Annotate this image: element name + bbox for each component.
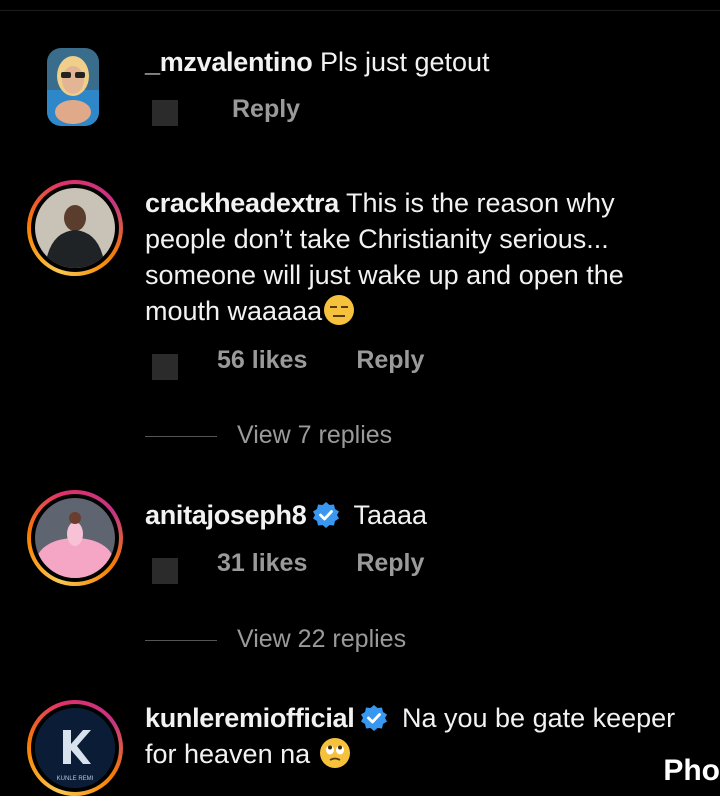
avatar[interactable]: [47, 48, 99, 126]
avatar-logo-text: KUNLE REMI: [57, 776, 94, 782]
comment-text: anitajoseph8 Taaaa: [145, 497, 705, 533]
divider: [145, 639, 217, 641]
view-replies-label: View 7 replies: [237, 421, 393, 449]
avatar[interactable]: [27, 490, 123, 586]
username[interactable]: _mzvalentino: [145, 47, 313, 77]
reply-button[interactable]: Reply: [232, 95, 300, 123]
top-divider: [0, 10, 720, 11]
like-heart-icon[interactable]: [152, 354, 178, 380]
user-photo-avatar: [47, 48, 99, 126]
comment-text: crackheadextra This is the reason why pe…: [145, 185, 685, 329]
divider: [145, 435, 217, 437]
reply-button[interactable]: Reply: [356, 346, 424, 374]
verified-badge-icon: [313, 502, 340, 528]
expressionless-face-emoji: [324, 295, 355, 325]
comment-body: Pls just getout: [319, 47, 490, 77]
comment-text: _mzvalentino Pls just getout: [145, 44, 705, 80]
user-photo-avatar: [35, 498, 115, 578]
view-replies-label: View 22 replies: [237, 625, 407, 653]
comment-text: kunleremiofficial Na you be gate keeper …: [145, 700, 705, 772]
username[interactable]: anitajoseph8: [145, 500, 307, 530]
username[interactable]: crackheadextra: [145, 188, 339, 218]
reply-button[interactable]: Reply: [356, 549, 424, 577]
verified-badge-icon: [361, 705, 388, 731]
like-heart-icon[interactable]: [152, 558, 178, 584]
eye-roll-face-emoji: [319, 738, 350, 768]
view-replies-button[interactable]: View 22 replies: [145, 625, 406, 654]
likes-count[interactable]: 56 likes: [217, 346, 307, 374]
like-heart-icon[interactable]: [152, 100, 178, 126]
username[interactable]: kunleremiofficial: [145, 703, 355, 733]
brand-logo-icon: KUNLE REMI: [35, 708, 115, 788]
comment-body: Taaaa: [353, 500, 428, 530]
likes-count[interactable]: 31 likes: [217, 549, 307, 577]
corner-overlay-text: Pho: [663, 754, 720, 787]
avatar[interactable]: [27, 180, 123, 276]
view-replies-button[interactable]: View 7 replies: [145, 421, 392, 450]
user-photo-avatar: [35, 188, 115, 268]
